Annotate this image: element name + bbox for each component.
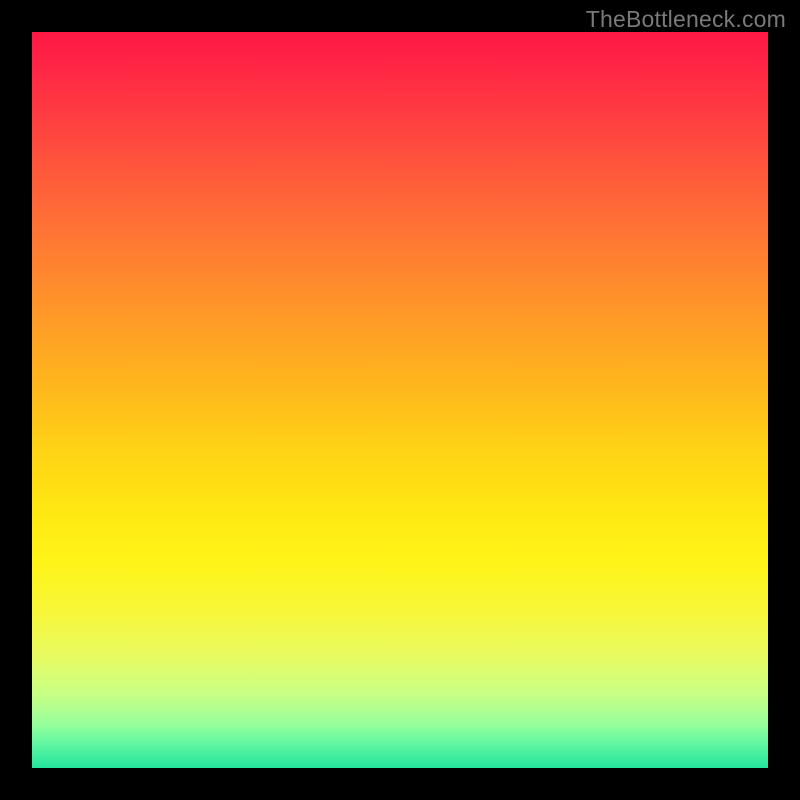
plot-area — [32, 32, 768, 768]
watermark-label: TheBottleneck.com — [586, 6, 786, 33]
background-gradient — [32, 32, 768, 768]
outer-frame: TheBottleneck.com — [0, 0, 800, 800]
